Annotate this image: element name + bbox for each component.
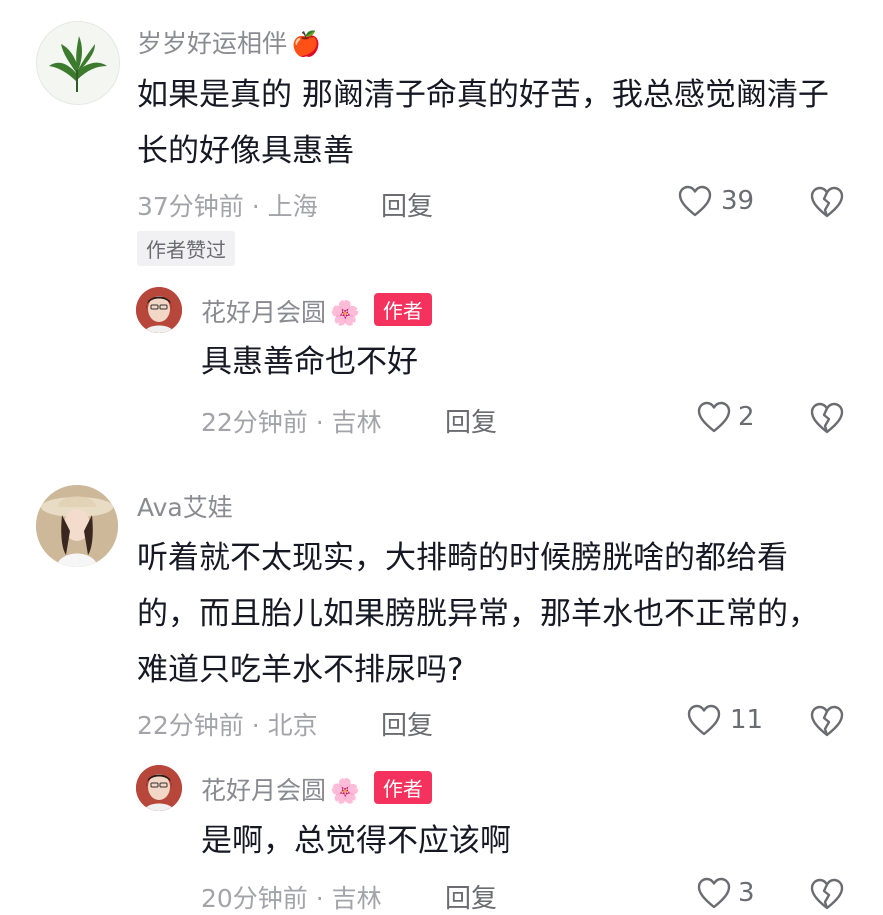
username-text: 岁岁好运相伴	[137, 29, 288, 58]
reply-meta: 20分钟前 · 吉林	[201, 884, 382, 913]
apple-emoji-icon: 🍎	[291, 30, 321, 58]
dislike-button[interactable]	[809, 704, 845, 742]
portrait-avatar-icon	[136, 287, 182, 333]
reply-username[interactable]: 花好月会圆 🌸 作者	[201, 771, 432, 807]
avatar[interactable]	[136, 287, 182, 333]
broken-heart-icon	[810, 402, 844, 434]
comment-text: 如果是真的 那阚清子命真的好苦，我总感觉阚清子长的好像具惠善	[137, 77, 829, 169]
broken-heart-icon	[810, 878, 844, 910]
reply-text: 具惠善命也不好	[201, 344, 418, 380]
dislike-button[interactable]	[809, 401, 845, 439]
avatar[interactable]	[136, 765, 182, 811]
comment-meta: 22分钟前 · 北京	[137, 711, 318, 740]
leaf-avatar-icon	[49, 36, 107, 92]
woman-hat-avatar-icon	[36, 485, 118, 567]
like-count: 3	[738, 878, 755, 908]
reply-button[interactable]: 回复	[445, 878, 497, 915]
comment-username[interactable]: 岁岁好运相伴 🍎	[137, 24, 321, 60]
reply-meta: 22分钟前 · 吉林	[201, 408, 382, 437]
comment-username[interactable]: Ava艾娃	[137, 488, 233, 524]
username-text: 花好月会圆	[201, 776, 327, 805]
like-button[interactable]: 3	[696, 876, 755, 910]
author-tag: 作者	[373, 293, 432, 326]
like-count: 39	[721, 186, 755, 216]
like-count: 11	[730, 705, 764, 735]
avatar[interactable]	[36, 485, 118, 567]
heart-outline-icon	[697, 401, 731, 433]
heart-outline-icon	[678, 185, 712, 217]
username-text: Ava艾娃	[137, 493, 233, 522]
broken-heart-icon	[810, 705, 844, 737]
reply-text: 是啊，总觉得不应该啊	[201, 823, 511, 859]
broken-heart-icon	[810, 186, 844, 218]
like-button[interactable]: 11	[686, 703, 763, 737]
heart-outline-icon	[687, 704, 721, 736]
reply-button[interactable]: 回复	[381, 705, 433, 742]
dislike-button[interactable]	[809, 185, 845, 223]
reply-username[interactable]: 花好月会圆 🌸 作者	[201, 293, 432, 329]
avatar[interactable]	[36, 21, 120, 105]
heart-outline-icon	[697, 877, 731, 909]
comment-meta: 37分钟前 · 上海	[137, 192, 318, 221]
reply-button[interactable]: 回复	[381, 186, 433, 223]
author-tag: 作者	[373, 771, 432, 804]
username-text: 花好月会圆	[201, 298, 327, 327]
reply-button[interactable]: 回复	[445, 402, 497, 439]
dislike-button[interactable]	[809, 877, 845, 915]
author-liked-badge: 作者赞过	[137, 231, 235, 266]
cherry-blossom-emoji-icon: 🌸	[330, 299, 360, 327]
like-count: 2	[738, 402, 755, 432]
portrait-avatar-icon	[136, 765, 182, 811]
comment-text: 听着就不太现实，大排畸的时候膀胱啥的都给看的，而且胎儿如果膀胱异常，那羊水也不正…	[137, 540, 819, 688]
cherry-blossom-emoji-icon: 🌸	[330, 777, 360, 805]
like-button[interactable]: 39	[677, 184, 754, 218]
like-button[interactable]: 2	[696, 400, 755, 434]
